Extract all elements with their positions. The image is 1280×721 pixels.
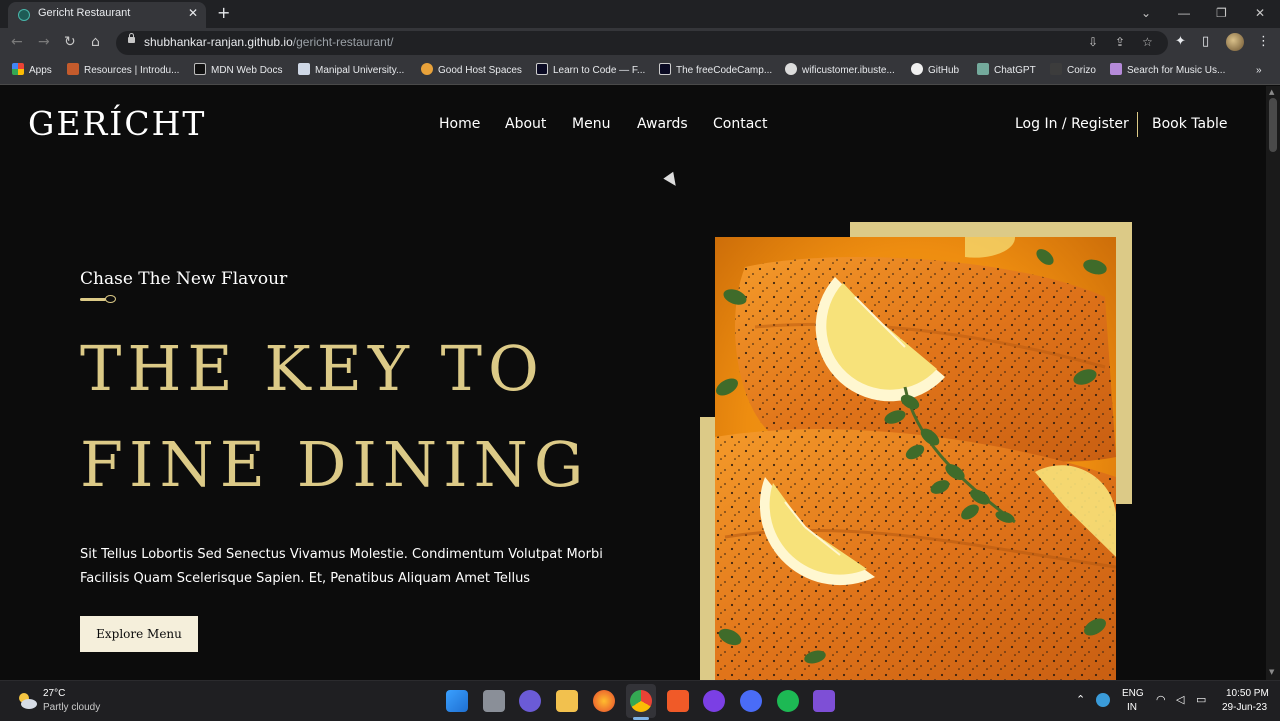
address-bar[interactable]: shubhankar-ranjan.github.io/gericht-rest… (116, 31, 1168, 55)
file-explorer-icon[interactable] (556, 690, 578, 712)
side-panel-icon[interactable]: ▯ (1202, 35, 1209, 49)
home-icon[interactable]: ⌂ (91, 34, 100, 50)
music-icon (1110, 63, 1122, 75)
teams-chat-icon[interactable] (519, 690, 541, 712)
clock-date[interactable]: 29-Jun-23 (1222, 702, 1267, 713)
bookmark-good-host[interactable]: Good Host Spaces (421, 63, 522, 79)
profile-avatar[interactable] (1226, 33, 1244, 51)
scroll-up-icon[interactable]: ▲ (1269, 88, 1274, 96)
partly-cloudy-icon[interactable] (16, 690, 38, 712)
bookmark-corizo[interactable]: Corizo (1050, 63, 1096, 79)
url-text[interactable]: shubhankar-ranjan.github.io/gericht-rest… (144, 35, 394, 49)
windows-start-icon[interactable] (446, 690, 468, 712)
clipchamp-icon[interactable] (813, 690, 835, 712)
podcast-app-icon[interactable] (703, 690, 725, 712)
tab-title: Gericht Restaurant (38, 7, 131, 19)
more-bookmarks-icon[interactable]: » (1256, 63, 1262, 79)
apps-grid-icon (12, 63, 24, 75)
close-window-icon[interactable]: ✕ (1255, 6, 1265, 20)
bookmark-chatgpt[interactable]: ChatGPT (977, 63, 1036, 79)
spoon-icon (80, 295, 116, 305)
close-tab-icon[interactable]: ✕ (188, 6, 198, 20)
wifi-icon[interactable]: ◠ (1156, 693, 1166, 706)
login-register-link[interactable]: Log In / Register (1015, 116, 1129, 132)
bookmark-learn-to-code[interactable]: Learn to Code — F... (536, 63, 645, 79)
hero-subtitle: Chase The New Flavour (80, 269, 288, 289)
github-icon (911, 63, 923, 75)
globe-icon (785, 63, 797, 75)
weather-temperature[interactable]: 27°C (43, 688, 65, 699)
manipal-logo-icon (67, 63, 79, 75)
mouse-cursor-icon (663, 171, 681, 190)
browser-toolbar: ← → ↻ ⌂ shubhankar-ranjan.github.io/geri… (0, 28, 1280, 58)
freecodecamp-icon (536, 63, 548, 75)
bookmark-freecodecamp[interactable]: The freeCodeCamp... (659, 63, 772, 79)
volume-icon[interactable]: ◁ (1176, 693, 1184, 706)
install-app-icon[interactable]: ⇩ (1088, 35, 1098, 49)
nav-awards[interactable]: Awards (637, 116, 688, 132)
media-player-icon[interactable] (740, 690, 762, 712)
site-logo[interactable]: GERÍCHT (28, 104, 206, 143)
bookmark-resources[interactable]: Resources | Introdu... (67, 63, 179, 79)
mdn-logo-icon (194, 63, 206, 75)
bookmark-apps[interactable]: Apps (12, 63, 52, 79)
region-code[interactable]: IN (1127, 702, 1137, 713)
bookmark-manipal[interactable]: Manipal University... (298, 63, 404, 79)
nav-about[interactable]: About (505, 116, 546, 132)
bookmark-search-music[interactable]: Search for Music Us... (1110, 63, 1225, 79)
scroll-thumb[interactable] (1269, 98, 1277, 152)
brave-icon[interactable] (667, 690, 689, 712)
restore-icon[interactable]: ❐ (1216, 6, 1227, 20)
bookmark-star-icon[interactable]: ☆ (1142, 35, 1153, 49)
chatgpt-icon (977, 63, 989, 75)
clock-time[interactable]: 10:50 PM (1226, 688, 1269, 699)
back-icon[interactable]: ← (11, 34, 23, 50)
document-icon (298, 63, 310, 75)
tab-search-icon[interactable]: ⌄ (1141, 6, 1151, 20)
bookmarks-bar: Apps Resources | Introdu... MDN Web Docs… (0, 58, 1280, 85)
salmon-dish-image (715, 237, 1116, 680)
reload-icon[interactable]: ↻ (64, 34, 76, 50)
browser-tab-strip: Gericht Restaurant ✕ + ⌄ — ❐ ✕ (0, 0, 1280, 28)
spotify-icon[interactable] (777, 690, 799, 712)
battery-icon[interactable]: ▭ (1196, 693, 1206, 706)
share-icon[interactable]: ⇪ (1115, 35, 1125, 49)
book-table-link[interactable]: Book Table (1152, 116, 1228, 132)
scroll-down-icon[interactable]: ▼ (1269, 668, 1274, 676)
bookmark-github[interactable]: GitHub (911, 63, 959, 79)
new-tab-icon[interactable]: + (217, 4, 230, 22)
weather-description[interactable]: Partly cloudy (43, 702, 100, 713)
lock-icon (128, 33, 135, 43)
firefox-icon[interactable] (593, 690, 615, 712)
hero-description: Sit Tellus Lobortis Sed Senectus Vivamus… (80, 547, 603, 586)
hero-headline-line-1: THE KEY TO (80, 332, 545, 405)
nav-menu[interactable]: Menu (572, 116, 610, 132)
nav-home[interactable]: Home (439, 116, 480, 132)
bookmark-wificustomer[interactable]: wificustomer.ibuste... (785, 63, 895, 79)
page-scrollbar[interactable]: ▲ ▼ (1266, 86, 1280, 680)
language-code[interactable]: ENG (1122, 688, 1144, 699)
task-view-icon[interactable] (483, 690, 505, 712)
onedrive-icon[interactable] (1096, 693, 1110, 707)
react-favicon-icon (18, 9, 30, 21)
nav-contact[interactable]: Contact (713, 116, 767, 132)
freecodecamp-icon (659, 63, 671, 75)
host-logo-icon (421, 63, 433, 75)
web-page: GERÍCHT Home About Menu Awards Contact L… (0, 86, 1266, 680)
corizo-icon (1050, 63, 1062, 75)
show-hidden-icons[interactable]: ⌃ (1076, 693, 1085, 706)
explore-menu-button[interactable]: Explore Menu (80, 616, 198, 652)
chrome-icon[interactable] (630, 690, 652, 712)
minimize-icon[interactable]: — (1178, 6, 1190, 20)
bookmark-mdn[interactable]: MDN Web Docs (194, 63, 283, 79)
hero-headline-line-2: FINE DINING (80, 428, 590, 501)
forward-icon[interactable]: → (38, 34, 50, 50)
windows-taskbar: 27°C Partly cloudy ⌃ ENG IN ◠ ◁ ▭ 10:50 … (0, 680, 1280, 721)
nav-divider (1137, 112, 1138, 137)
extensions-puzzle-icon[interactable]: ✦ (1175, 35, 1186, 49)
browser-tab[interactable]: Gericht Restaurant ✕ (8, 2, 206, 28)
more-menu-icon[interactable]: ⋮ (1257, 35, 1270, 49)
